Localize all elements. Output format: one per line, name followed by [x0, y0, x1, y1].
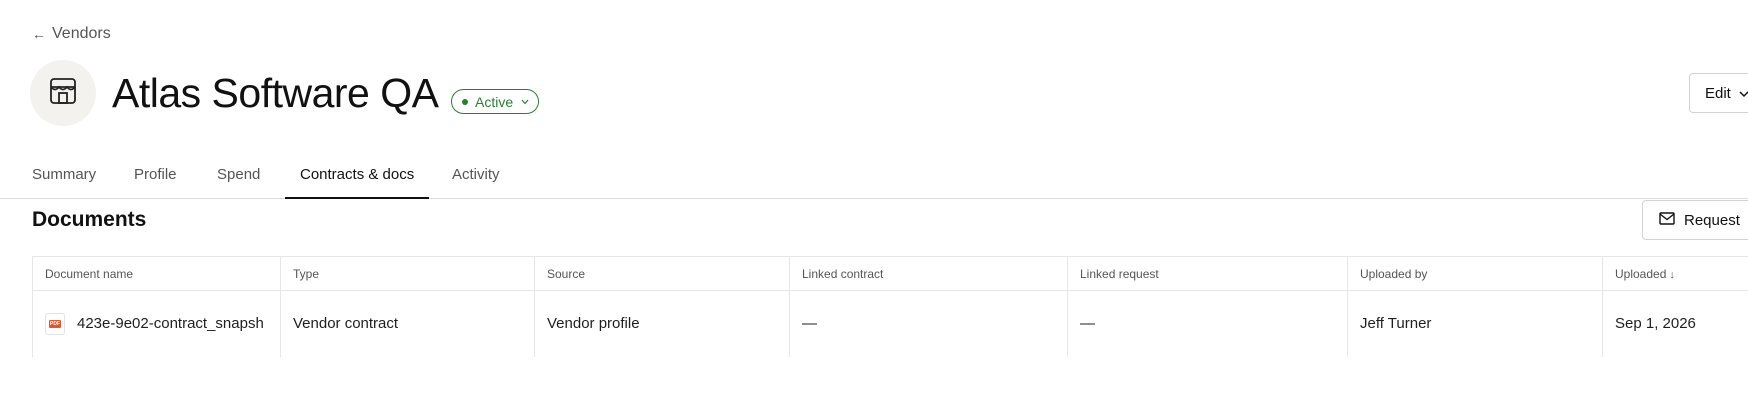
column-header-linked-contract[interactable]: Linked contract: [789, 256, 1068, 291]
tab-spend[interactable]: Spend: [217, 166, 260, 199]
document-name-link[interactable]: 423e-9e02-contract_snapsh: [77, 315, 264, 332]
column-header-linked-request[interactable]: Linked request: [1067, 256, 1348, 291]
column-header-uploaded-label: Uploaded: [1615, 266, 1667, 281]
cell-uploaded-by: Jeff Turner: [1347, 290, 1603, 357]
cell-uploaded-date: Sep 1, 2026: [1602, 290, 1748, 357]
status-badge[interactable]: Active: [451, 89, 540, 114]
sort-descending-icon: ↓: [1669, 268, 1675, 281]
cell-type: Vendor contract: [280, 290, 535, 357]
arrow-left-icon: ←: [32, 26, 46, 42]
documents-table: Document name Type Source Linked contrac…: [32, 256, 1748, 357]
status-label: Active: [475, 93, 514, 110]
vendor-avatar: [30, 60, 96, 126]
column-header-uploaded[interactable]: Uploaded ↓: [1602, 256, 1748, 291]
status-dot-icon: [462, 98, 468, 105]
cell-linked-request: —: [1067, 290, 1348, 357]
chevron-down-icon: [521, 97, 529, 107]
cell-linked-contract: —: [789, 290, 1068, 357]
cell-source: Vendor profile: [534, 290, 790, 357]
tab-profile[interactable]: Profile: [134, 166, 177, 199]
column-header-type[interactable]: Type: [280, 256, 535, 291]
table-row[interactable]: PDF 423e-9e02-contract_snapsh Vendor con…: [32, 290, 1748, 357]
mail-icon: [1659, 211, 1675, 229]
column-header-document-name[interactable]: Document name: [32, 256, 281, 291]
vendor-tabs: Summary Profile Spend Contracts & docs A…: [0, 150, 1748, 199]
tab-summary[interactable]: Summary: [32, 166, 96, 199]
column-header-uploaded-by[interactable]: Uploaded by: [1347, 256, 1603, 291]
edit-button-label: Edit: [1705, 84, 1731, 102]
table-header-row: Document name Type Source Linked contrac…: [32, 256, 1748, 291]
column-header-source[interactable]: Source: [534, 256, 790, 291]
back-link-label: Vendors: [52, 25, 111, 42]
storefront-icon: [48, 76, 78, 111]
chevron-down-icon: [1739, 85, 1748, 102]
tab-activity[interactable]: Activity: [452, 166, 500, 199]
documents-heading: Documents: [32, 208, 147, 231]
cell-document-name[interactable]: PDF 423e-9e02-contract_snapsh: [32, 290, 281, 357]
request-button[interactable]: Request: [1642, 200, 1748, 240]
pdf-file-icon: PDF: [45, 312, 65, 335]
vendor-name-heading: Atlas Software QA: [112, 70, 439, 116]
request-button-label: Request: [1684, 211, 1740, 229]
edit-button[interactable]: Edit: [1689, 73, 1748, 113]
tab-contracts-docs[interactable]: Contracts & docs: [285, 166, 430, 199]
back-to-vendors-link[interactable]: ← Vendors: [32, 25, 111, 43]
